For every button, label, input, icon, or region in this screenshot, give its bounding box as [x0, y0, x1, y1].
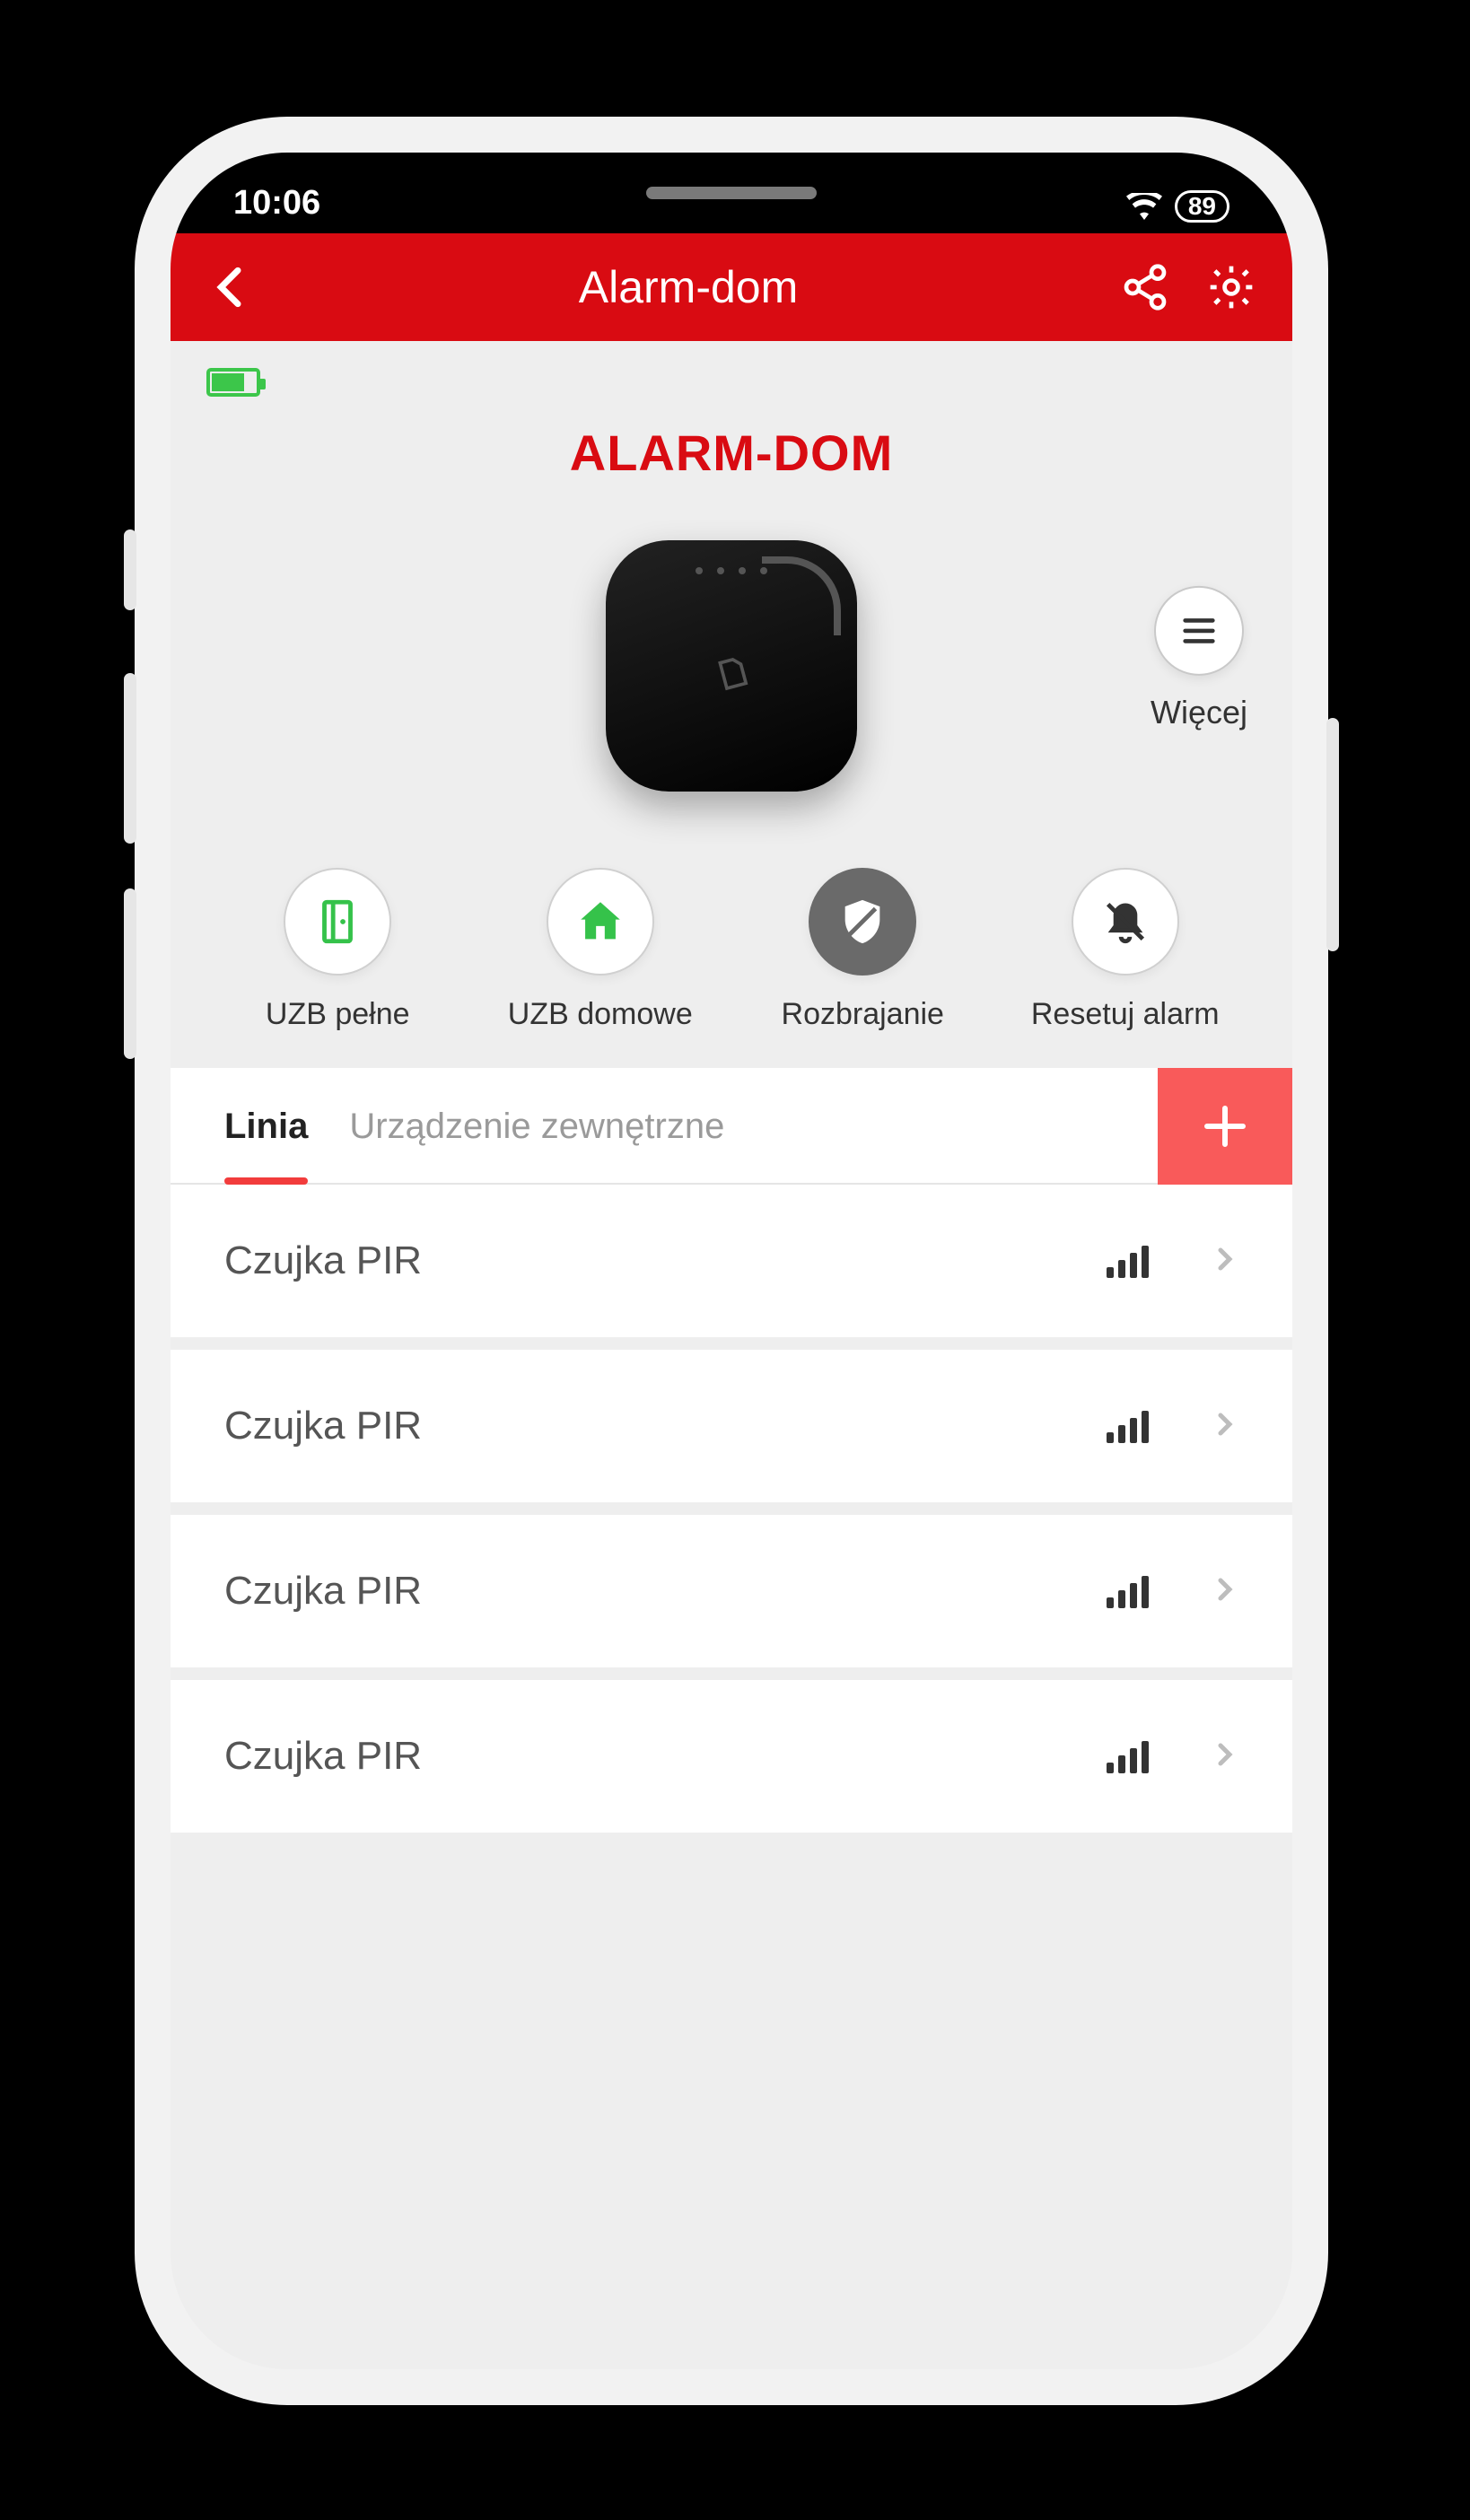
action-label: UZB pełne: [206, 997, 469, 1032]
list-item[interactable]: Czujka PIR: [171, 1680, 1292, 1833]
bell-off-icon: [1099, 896, 1151, 948]
device-title: ALARM-DOM: [206, 424, 1256, 482]
device-image-row: Więcej: [206, 518, 1256, 814]
bottom-padding: [171, 1845, 1292, 1971]
door-icon: [311, 896, 363, 948]
more-label: Więcej: [1151, 694, 1247, 731]
nfc-icon: [712, 654, 751, 704]
hub-device-image[interactable]: [606, 540, 857, 792]
action-label: UZB domowe: [469, 997, 732, 1032]
wifi-icon: [1126, 193, 1162, 220]
screen: 10:06 89 Alarm-dom: [171, 153, 1292, 2369]
chevron-right-icon: [1212, 1570, 1238, 1614]
add-button[interactable]: [1158, 1068, 1292, 1185]
phone-frame: 10:06 89 Alarm-dom: [135, 117, 1328, 2405]
chevron-right-icon: [1212, 1404, 1238, 1448]
more-button[interactable]: [1154, 586, 1244, 676]
list-item-label: Czujka PIR: [224, 1734, 1107, 1779]
disarm-button[interactable]: [809, 868, 916, 976]
settings-button[interactable]: [1206, 262, 1256, 312]
chevron-right-icon: [1212, 1239, 1238, 1283]
side-button: [124, 673, 136, 844]
speaker: [646, 187, 817, 199]
tab-external-device[interactable]: Urządzenie zewnętrzne: [349, 1069, 724, 1185]
battery-indicator: 89: [1175, 190, 1229, 223]
list-item-label: Czujka PIR: [224, 1404, 1107, 1448]
status-time: 10:06: [233, 184, 320, 223]
signal-icon: [1107, 1739, 1149, 1773]
back-button[interactable]: [206, 262, 257, 312]
signal-icon: [1107, 1244, 1149, 1278]
arm-full-button[interactable]: [284, 868, 391, 976]
side-button: [1326, 718, 1339, 951]
shield-icon: [836, 896, 888, 948]
side-button: [124, 888, 136, 1059]
chevron-right-icon: [1212, 1735, 1238, 1779]
arm-home-button[interactable]: [547, 868, 654, 976]
share-button[interactable]: [1120, 262, 1170, 312]
device-list: Czujka PIR Czujka PIR Czujka PIR Czujka …: [171, 1185, 1292, 1833]
action-label: Rozbrajanie: [731, 997, 994, 1032]
tab-bar: Linia Urządzenie zewnętrzne: [171, 1068, 1292, 1185]
page-title: Alarm-dom: [579, 261, 798, 313]
tab-line[interactable]: Linia: [224, 1069, 308, 1185]
device-overview: ALARM-DOM Więcej: [171, 341, 1292, 1068]
side-button: [124, 529, 136, 610]
battery-icon: [206, 368, 260, 397]
list-item[interactable]: Czujka PIR: [171, 1515, 1292, 1667]
list-item-label: Czujka PIR: [224, 1238, 1107, 1283]
notch: [489, 153, 974, 233]
signal-icon: [1107, 1409, 1149, 1443]
list-item-label: Czujka PIR: [224, 1569, 1107, 1614]
plus-icon: [1198, 1099, 1252, 1153]
app-header: Alarm-dom: [171, 233, 1292, 341]
reset-alarm-button[interactable]: [1072, 868, 1179, 976]
signal-icon: [1107, 1574, 1149, 1608]
status-right: 89: [1126, 190, 1229, 223]
action-row: UZB pełne UZB domowe Rozbrajanie: [206, 868, 1256, 1032]
action-label: Resetuj alarm: [994, 997, 1257, 1032]
home-icon: [574, 896, 626, 948]
list-item[interactable]: Czujka PIR: [171, 1350, 1292, 1502]
list-item[interactable]: Czujka PIR: [171, 1185, 1292, 1337]
